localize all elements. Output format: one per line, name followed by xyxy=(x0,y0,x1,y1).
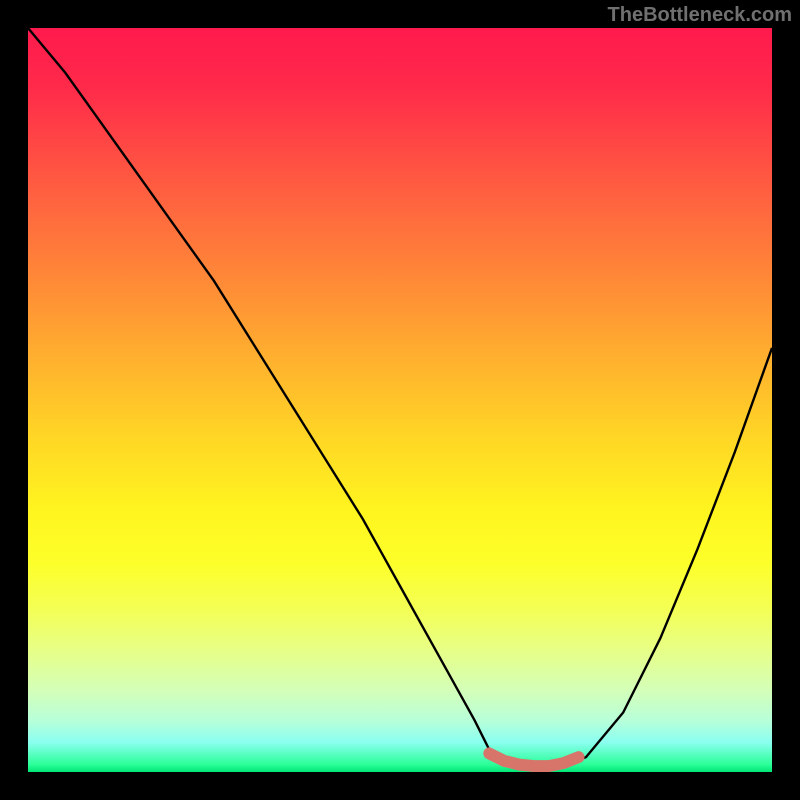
chart-plot-area xyxy=(28,28,772,772)
chart-svg xyxy=(28,28,772,772)
bottleneck-curve xyxy=(28,28,772,768)
optimal-zone-marker xyxy=(489,753,578,766)
watermark-text: TheBottleneck.com xyxy=(608,4,792,27)
